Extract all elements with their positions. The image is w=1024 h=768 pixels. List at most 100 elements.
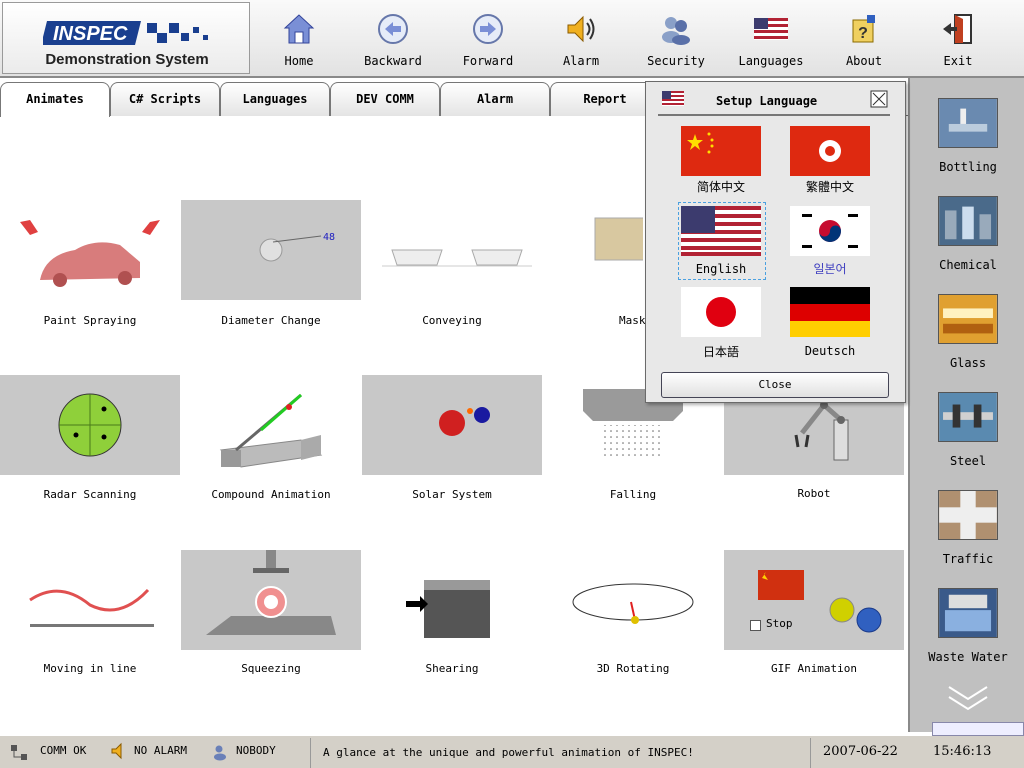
ime-tray[interactable]	[932, 722, 1024, 736]
rotating-3d-label: 3D Rotating	[596, 662, 670, 675]
chevron-down-icon[interactable]	[945, 683, 991, 711]
jp-flag-icon	[681, 287, 761, 337]
datetime-panel: 2007-06-22 15:46:13	[810, 738, 1022, 768]
rotating-3d-tile[interactable]	[543, 550, 723, 650]
conveying-icon	[382, 249, 532, 267]
language-label-de: Deutsch	[804, 344, 856, 358]
chemical-label: Chemical	[939, 258, 997, 272]
compound-animation-icon	[219, 393, 323, 468]
dialog-title: Setup Language	[716, 94, 818, 108]
top-toolbar: INSPEC Demonstration System Home Backwar…	[0, 0, 1024, 78]
compound-animation-tile[interactable]	[181, 375, 361, 475]
forward-button[interactable]: Forward	[443, 6, 533, 72]
languages-button[interactable]: Languages	[726, 6, 816, 72]
steel-label: Steel	[949, 454, 987, 468]
speaker-icon	[567, 15, 595, 43]
squeezing-icon	[206, 550, 336, 635]
backward-label: Backward	[364, 54, 422, 68]
radar-scanning-tile[interactable]	[0, 375, 180, 475]
backward-button[interactable]: Backward	[348, 6, 438, 72]
stop-checkbox[interactable]	[750, 620, 761, 631]
shearing-label: Shearing	[425, 662, 479, 675]
solar-system-tile[interactable]	[362, 375, 542, 475]
tab-languages[interactable]: Languages	[220, 82, 330, 116]
sidebar-item-bottling[interactable]: Bottling	[910, 98, 1024, 174]
radar-scanning-label: Radar Scanning	[43, 488, 137, 501]
compound-animation-label: Compound Animation	[211, 488, 331, 501]
kr-flag-icon	[790, 206, 870, 256]
sidebar-item-traffic[interactable]: Traffic	[910, 490, 1024, 566]
home-icon	[283, 14, 315, 44]
diameter-change-tile[interactable]: 48	[181, 200, 361, 300]
steel-icon	[938, 392, 998, 442]
waste-water-icon	[938, 588, 998, 638]
sidebar-item-waste-water[interactable]: Waste Water	[910, 588, 1024, 664]
conveying-label: Conveying	[422, 314, 482, 327]
help-icon: ?	[852, 15, 875, 43]
tab-report[interactable]: Report	[550, 82, 660, 116]
gif-animation-icon	[758, 570, 882, 633]
shearing-tile[interactable]	[362, 550, 542, 650]
security-label: Security	[647, 54, 705, 68]
us-flag-icon	[681, 206, 761, 256]
svg-text:?: ?	[858, 25, 868, 42]
app-window: INSPEC Demonstration System Home Backwar…	[0, 0, 1024, 768]
logo-subtitle: Demonstration System	[45, 51, 209, 68]
glass-label: Glass	[949, 356, 987, 370]
squeezing-label: Squeezing	[241, 662, 301, 675]
radar-scanning-icon	[58, 393, 122, 457]
language-label-ja: 日本語	[702, 345, 739, 359]
home-label: Home	[284, 54, 314, 68]
close-icon[interactable]	[870, 90, 888, 108]
diameter-change-label: Diameter Change	[221, 314, 321, 327]
hk-flag-icon	[790, 126, 870, 176]
robot-label: Robot	[797, 487, 831, 500]
exit-button[interactable]: Exit	[913, 6, 1003, 72]
about-label: About	[845, 54, 883, 68]
logo: INSPEC Demonstration System	[2, 2, 250, 74]
message-panel: A glance at the unique and powerful anim…	[310, 738, 808, 768]
sidebar-item-chemical[interactable]: Chemical	[910, 196, 1024, 272]
gif-animation-tile[interactable]: Stop	[724, 550, 904, 650]
bottling-icon	[938, 98, 998, 148]
squeezing-tile[interactable]	[181, 550, 361, 650]
dialog-close-button[interactable]: Close	[661, 372, 889, 398]
us-flag-icon	[754, 18, 788, 40]
shearing-icon	[406, 580, 490, 638]
tab-alarm[interactable]: Alarm	[440, 82, 550, 116]
status-message: A glance at the unique and powerful anim…	[323, 746, 694, 759]
us-flag-icon	[662, 91, 684, 106]
paint-spraying-tile[interactable]	[0, 200, 180, 300]
about-button[interactable]: ? About	[819, 6, 909, 72]
de-flag-icon	[790, 287, 870, 337]
moving-in-line-tile[interactable]	[0, 550, 180, 650]
paint-spraying-label: Paint Spraying	[43, 314, 137, 327]
mask-icon	[594, 217, 646, 261]
alarm-button[interactable]: Alarm	[536, 6, 626, 72]
traffic-icon	[938, 490, 998, 540]
tab-animates[interactable]: Animates	[0, 82, 110, 117]
alarm-status: NO ALARM	[134, 744, 187, 757]
user-status: NOBODY	[236, 744, 276, 757]
diameter-value: 48	[323, 232, 335, 243]
conveying-tile[interactable]	[362, 200, 542, 300]
industry-sidebar: Bottling Chemical Glass Steel Traffic Wa…	[908, 78, 1024, 732]
stop-label: Stop	[766, 617, 793, 630]
forward-label: Forward	[462, 54, 514, 68]
language-label-zh-tw: 繁體中文	[805, 180, 854, 194]
logo-brand-text: INSPEC	[53, 23, 128, 45]
comm-status: COMM OK	[40, 744, 87, 757]
status-date: 2007-06-22	[823, 744, 898, 759]
sidebar-item-steel[interactable]: Steel	[910, 392, 1024, 468]
tab-csharp-scripts[interactable]: C# Scripts	[110, 82, 220, 116]
rotating-3d-icon	[572, 583, 694, 624]
home-button[interactable]: Home	[254, 6, 344, 72]
security-button[interactable]: Security	[631, 6, 721, 72]
arrow-right-icon	[473, 14, 503, 44]
tab-dev-comm[interactable]: DEV COMM	[330, 82, 440, 116]
moving-in-line-label: Moving in line	[43, 662, 137, 675]
sidebar-item-glass[interactable]: Glass	[910, 294, 1024, 370]
language-label-en: English	[695, 262, 747, 276]
speaker-icon	[111, 742, 122, 760]
gif-animation-label: GIF Animation	[770, 662, 858, 675]
